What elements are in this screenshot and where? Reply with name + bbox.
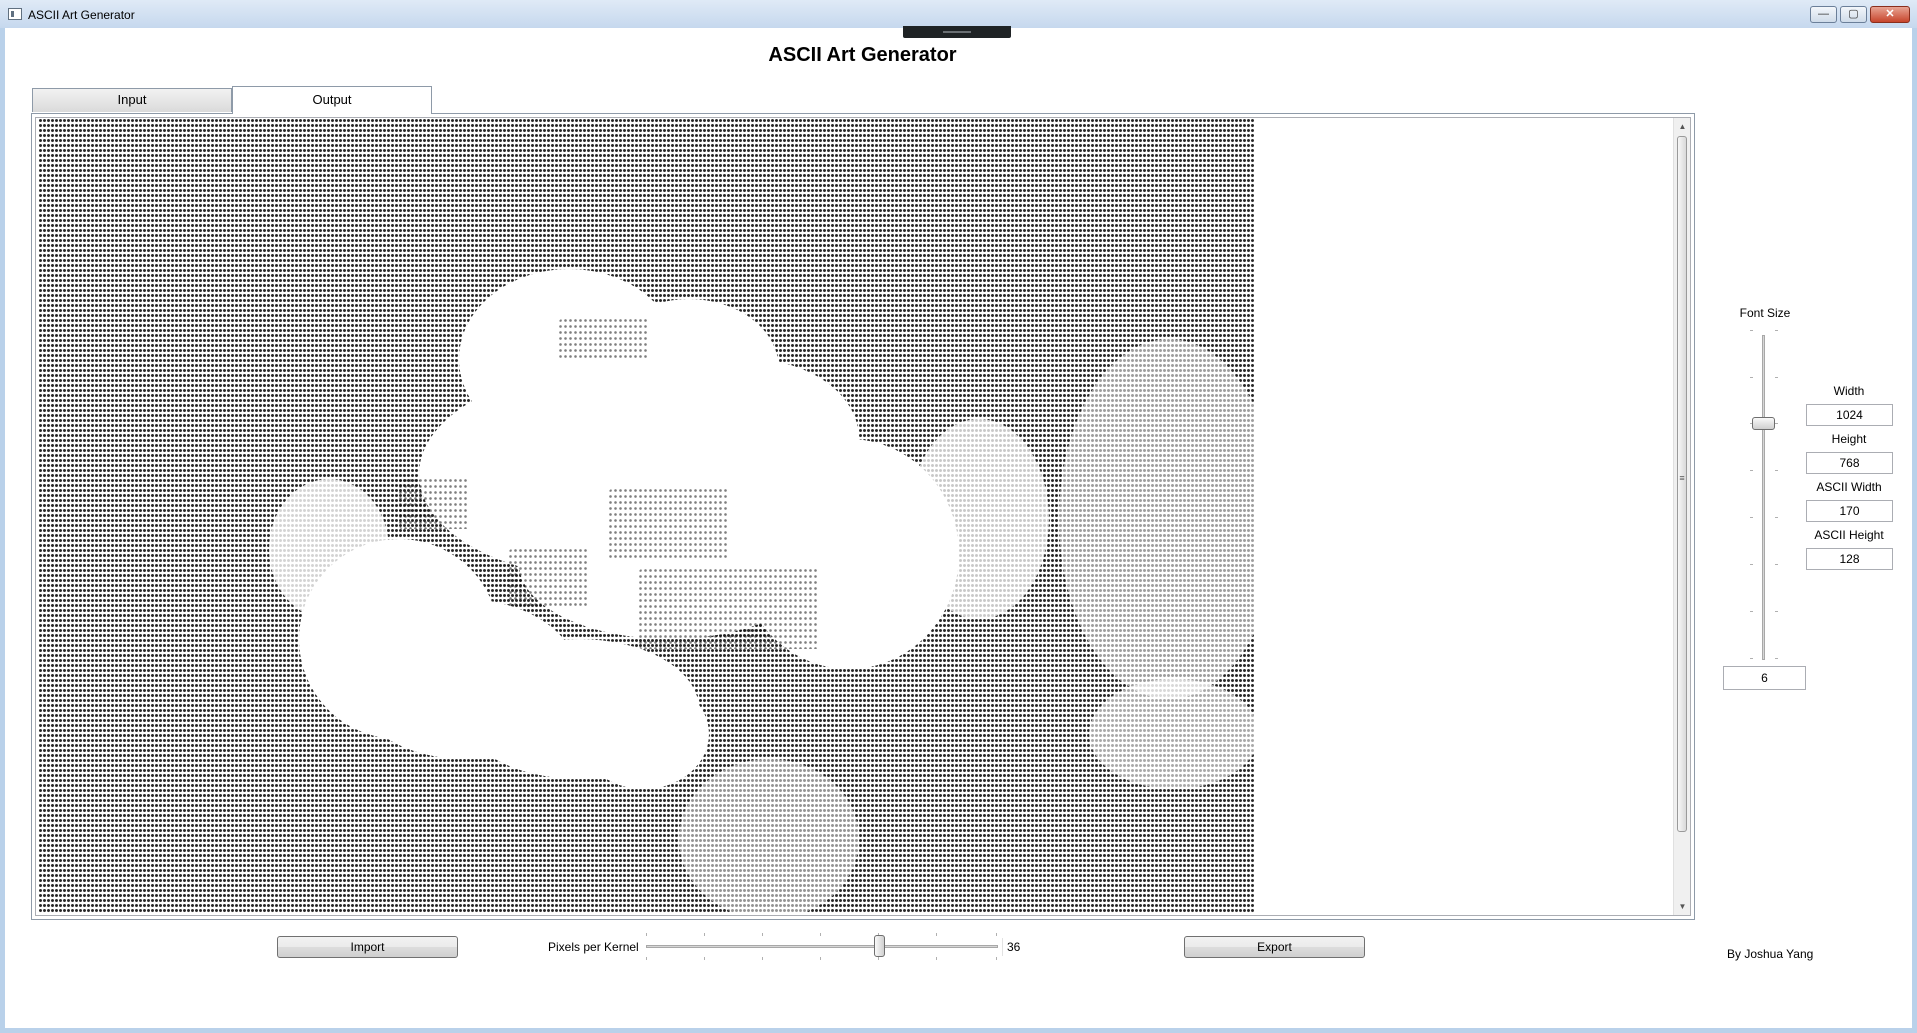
slider-tick [704, 957, 705, 960]
vertical-scrollbar[interactable]: ▲ ▼ [1673, 118, 1690, 915]
scroll-up-icon[interactable]: ▲ [1674, 118, 1690, 135]
slider-tick [1775, 377, 1778, 378]
slider-tick [1750, 611, 1753, 612]
minimize-icon[interactable]: — [1810, 6, 1837, 23]
slider-tick [1775, 564, 1778, 565]
pixels-per-kernel-slider-thumb[interactable] [874, 935, 885, 957]
width-field[interactable] [1806, 404, 1893, 426]
ascii-width-label: ASCII Width [1816, 480, 1882, 494]
ascii-light-region [909, 419, 1049, 619]
tab-output[interactable]: Output [232, 86, 432, 114]
ascii-character-cluster [639, 569, 819, 649]
ascii-character-cluster [509, 549, 589, 609]
author-credit: By Joshua Yang [1727, 947, 1814, 961]
slider-tick [1775, 658, 1778, 659]
pixels-per-kernel-slider[interactable] [646, 945, 998, 948]
slider-tick [820, 933, 821, 936]
pixels-per-kernel-label: Pixels per Kernel [548, 940, 639, 954]
slider-tick [646, 933, 647, 936]
scroll-down-icon[interactable]: ▼ [1674, 898, 1690, 915]
slider-tick [1775, 470, 1778, 471]
slider-tick [1750, 658, 1753, 659]
title-bar[interactable]: ASCII Art Generator — ▢ ✕ [0, 0, 1917, 28]
ascii-character-cluster [399, 479, 469, 529]
slider-tick [1775, 517, 1778, 518]
width-label: Width [1833, 384, 1865, 398]
ascii-width-field[interactable] [1806, 500, 1893, 522]
slider-tick [1750, 470, 1753, 471]
ascii-output-textbox[interactable]: ▲ ▼ [35, 117, 1691, 916]
slider-tick [1750, 564, 1753, 565]
height-field[interactable] [1806, 452, 1893, 474]
ascii-art-output [39, 119, 1279, 915]
slider-tick [1775, 330, 1778, 331]
slider-tick [936, 933, 937, 936]
slider-tick [820, 957, 821, 960]
slider-tick [996, 933, 997, 936]
slider-tick [1750, 377, 1753, 378]
slider-tick [762, 933, 763, 936]
output-blank-area [1254, 118, 1672, 915]
font-size-slider-thumb[interactable] [1752, 417, 1775, 430]
ascii-height-field[interactable] [1806, 548, 1893, 570]
slider-tick [646, 957, 647, 960]
slider-tick [1775, 611, 1778, 612]
ascii-height-label: ASCII Height [1814, 528, 1884, 542]
font-size-value[interactable] [1723, 666, 1806, 690]
slider-tick [996, 957, 997, 960]
font-size-slider[interactable] [1762, 335, 1765, 660]
export-button[interactable]: Export [1184, 936, 1365, 958]
import-button[interactable]: Import [277, 936, 458, 958]
slider-tick [704, 933, 705, 936]
page-title: ASCII Art Generator [768, 44, 957, 66]
slider-tick [1775, 423, 1778, 424]
ascii-light-region [579, 679, 709, 789]
slider-tick [878, 957, 879, 960]
ascii-light-region [679, 759, 859, 915]
ascii-character-cluster [559, 319, 649, 359]
ascii-light-region [1089, 679, 1259, 789]
slider-tick [762, 957, 763, 960]
close-icon[interactable]: ✕ [1870, 6, 1910, 23]
pixels-per-kernel-value: 36 [1002, 938, 1029, 956]
ascii-light-region [1059, 339, 1279, 699]
font-size-label: Font Size [1739, 306, 1791, 320]
scroll-thumb[interactable] [1677, 136, 1687, 832]
ascii-character-cluster [609, 489, 729, 559]
slider-tick [1750, 517, 1753, 518]
height-label: Height [1831, 432, 1867, 446]
slider-tick [936, 957, 937, 960]
window-title: ASCII Art Generator [28, 8, 135, 22]
tab-input[interactable]: Input [32, 88, 232, 112]
maximize-icon[interactable]: ▢ [1840, 6, 1867, 23]
slider-tick [1750, 330, 1753, 331]
ascii-light-region [269, 479, 389, 619]
app-icon [8, 8, 22, 20]
drag-grip[interactable] [903, 26, 1011, 38]
